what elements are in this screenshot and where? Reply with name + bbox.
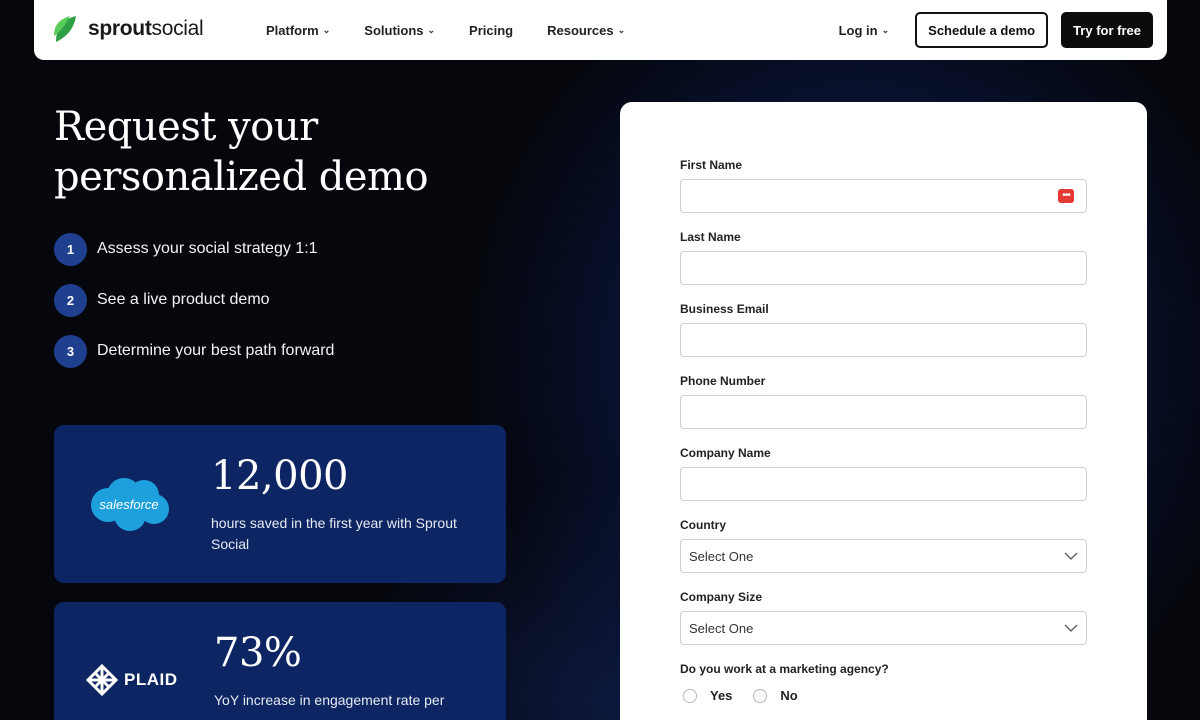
company-name-input[interactable] [680, 467, 1087, 501]
field-label: First Name [680, 158, 743, 172]
brand-name: sproutsocial [88, 17, 204, 40]
nav-pricing[interactable]: Pricing [469, 23, 513, 38]
step-number-badge: 2 [54, 283, 87, 317]
field-label: Phone Number [680, 374, 766, 388]
header-actions: Log in ⌄ Schedule a demo Try for free [839, 0, 1153, 60]
radio-label-yes: Yes [710, 688, 733, 703]
nav-label: Platform [266, 22, 319, 38]
stat-card-plaid: PLAID 73% YoY increase in engagement rat… [54, 602, 506, 720]
chevron-down-icon: ⌄ [881, 24, 890, 35]
login-label: Log in [838, 22, 878, 38]
nav-label: Pricing [469, 22, 514, 38]
radio-yes[interactable] [683, 688, 697, 703]
phone-number-field: Phone Number [680, 374, 1087, 429]
step-item: 2 See a live product demo [54, 283, 334, 317]
step-number-badge: 1 [54, 232, 87, 266]
first-name-field: First Name ••• [680, 158, 1087, 213]
plaid-logo: PLAID [86, 664, 178, 696]
chevron-down-icon: ⌄ [427, 24, 436, 35]
field-label: Business Email [680, 302, 769, 316]
chevron-down-icon: ⌄ [322, 24, 331, 35]
schedule-demo-button[interactable]: Schedule a demo [915, 12, 1049, 48]
svg-text:salesforce: salesforce [99, 497, 158, 512]
login-link[interactable]: Log in ⌄ [839, 23, 890, 38]
stat-value: 73% [214, 630, 302, 676]
last-name-input[interactable] [680, 251, 1087, 285]
country-select[interactable]: Select One [680, 539, 1087, 573]
password-manager-icon[interactable]: ••• [1058, 189, 1074, 203]
last-name-field: Last Name [680, 230, 1087, 285]
sprout-leaf-icon [52, 14, 78, 44]
step-number-badge: 3 [54, 334, 87, 368]
top-navigation: sproutsocial Platform ⌄ Solutions ⌄ Pric… [34, 0, 1167, 60]
title-line-1: Request your [54, 104, 318, 150]
company-size-field: Company Size Select One [680, 590, 1087, 645]
nav-platform[interactable]: Platform ⌄ [266, 23, 330, 38]
agency-radio-group: Yes No [680, 688, 1087, 703]
nav-solutions[interactable]: Solutions ⌄ [364, 23, 435, 38]
step-item: 3 Determine your best path forward [54, 334, 334, 368]
sprout-social-logo[interactable]: sproutsocial [52, 14, 204, 44]
plaid-mark-icon [86, 664, 118, 696]
try-for-free-button[interactable]: Try for free [1061, 12, 1153, 48]
stat-description: YoY increase in engagement rate per [214, 692, 445, 708]
chevron-down-icon [1064, 552, 1078, 560]
main-nav: Platform ⌄ Solutions ⌄ Pricing Resources… [266, 0, 659, 60]
chevron-down-icon: ⌄ [617, 24, 626, 35]
demo-request-form: First Name ••• Last Name Business Email … [620, 102, 1147, 720]
demo-steps-list: 1 Assess your social strategy 1:1 2 See … [54, 232, 334, 385]
company-name-field: Company Name [680, 446, 1087, 501]
company-size-select[interactable]: Select One [680, 611, 1087, 645]
step-item: 1 Assess your social strategy 1:1 [54, 232, 334, 266]
field-label: Company Size [680, 590, 763, 604]
business-email-input[interactable] [680, 323, 1087, 357]
radio-label-no: No [780, 688, 798, 703]
salesforce-logo: salesforce [86, 475, 172, 538]
stat-value: 12,000 [211, 453, 348, 499]
nav-label: Solutions [364, 22, 424, 38]
country-field: Country Select One [680, 518, 1087, 573]
select-value: Select One [689, 548, 754, 564]
nav-label: Resources [547, 22, 614, 38]
field-label: Do you work at a marketing agency? [680, 662, 889, 676]
field-label: Company Name [680, 446, 771, 460]
phone-number-input[interactable] [680, 395, 1087, 429]
step-text: See a live product demo [97, 291, 270, 308]
page-title: Request your personalized demo [54, 102, 574, 202]
field-label: Country [680, 518, 726, 532]
agency-question-field: Do you work at a marketing agency? Yes N… [680, 662, 1087, 703]
field-label: Last Name [680, 230, 741, 244]
title-line-2: personalized demo [54, 154, 429, 200]
stat-card-salesforce: salesforce 12,000 hours saved in the fir… [54, 425, 506, 583]
plaid-wordmark: PLAID [124, 670, 178, 689]
business-email-field: Business Email [680, 302, 1087, 357]
stat-description: hours saved in the first year with Sprou… [211, 515, 457, 552]
step-text: Determine your best path forward [97, 342, 335, 359]
nav-resources[interactable]: Resources ⌄ [547, 23, 625, 38]
radio-no[interactable] [753, 688, 768, 703]
select-value: Select One [689, 620, 754, 636]
first-name-input[interactable]: ••• [680, 179, 1087, 213]
chevron-down-icon [1064, 624, 1078, 632]
step-text: Assess your social strategy 1:1 [97, 240, 318, 257]
